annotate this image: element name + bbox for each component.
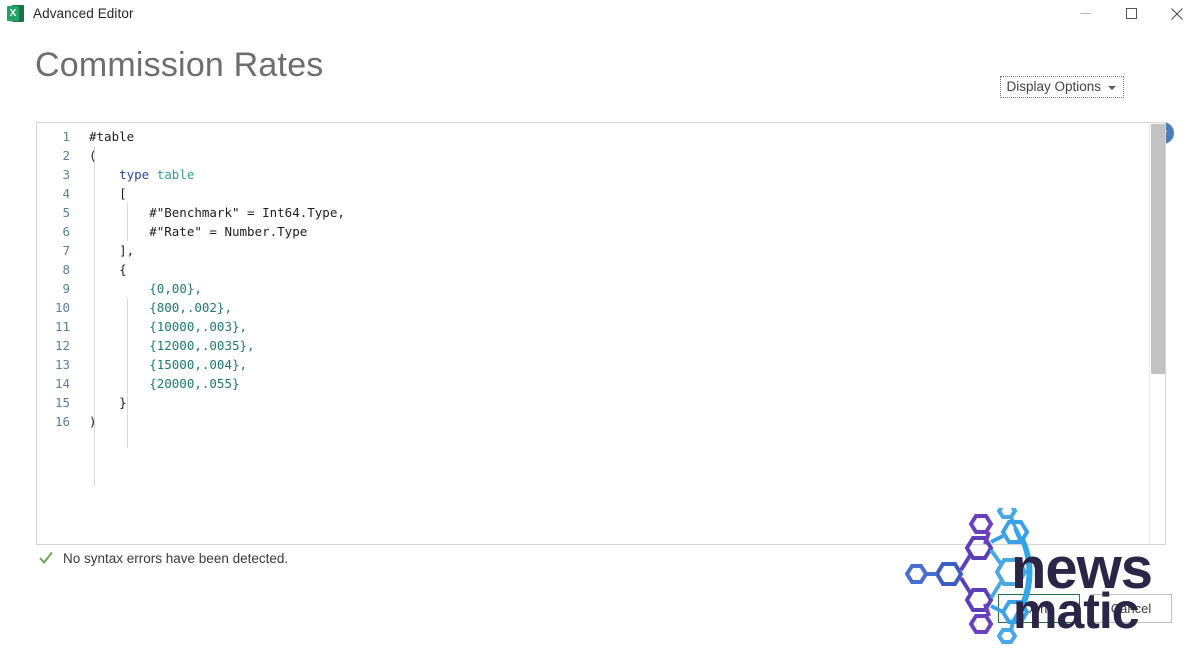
line-number: 9: [62, 281, 70, 296]
code-line-text[interactable]: }: [79, 393, 1150, 412]
code-line: 15 }: [37, 393, 1150, 412]
code-line-text[interactable]: {20000,.055}: [79, 374, 1150, 393]
code-token: {15000,.004},: [89, 357, 248, 372]
code-line: 6 #"Rate" = Number.Type: [37, 222, 1150, 241]
code-line: 7 ],: [37, 241, 1150, 260]
code-line-text[interactable]: #table: [79, 127, 1150, 146]
code-line-text[interactable]: ],: [79, 241, 1150, 260]
code-line: 5 #"Benchmark" = Int64.Type,: [37, 203, 1150, 222]
code-line-text[interactable]: [: [79, 184, 1150, 203]
code-token: ,: [164, 281, 172, 296]
code-line-text[interactable]: {10000,.003},: [79, 317, 1150, 336]
window-title: Advanced Editor: [33, 6, 134, 21]
code-token: table: [156, 167, 195, 182]
code-line-text[interactable]: (: [79, 146, 1150, 165]
line-number: 3: [62, 167, 70, 182]
line-number: 6: [62, 224, 70, 239]
code-line-text[interactable]: {800,.002},: [79, 298, 1150, 317]
status-message: No syntax errors have been detected.: [63, 550, 289, 566]
scrollbar-thumb[interactable]: [1151, 124, 1165, 374]
code-token: {: [89, 262, 127, 277]
code-line-text[interactable]: #"Rate" = Number.Type: [79, 222, 1150, 241]
line-number: 2: [62, 148, 70, 163]
status-bar: No syntax errors have been detected.: [38, 550, 288, 566]
code-line: 11 {10000,.003},: [37, 317, 1150, 336]
advanced-editor-window: X Advanced Editor Commission Rates Displ…: [0, 0, 1200, 651]
line-number: 1: [62, 129, 70, 144]
code-token: {20000,.055}: [89, 376, 240, 391]
title-bar: X Advanced Editor: [0, 0, 1200, 27]
code-token: type: [119, 167, 150, 182]
code-line-text[interactable]: ): [79, 412, 1150, 431]
line-number: 5: [62, 205, 70, 220]
line-number: 10: [54, 300, 70, 315]
code-line-text[interactable]: {15000,.004},: [79, 355, 1150, 374]
footer-buttons: Done Cancel: [998, 594, 1172, 623]
code-token: #"Benchmark" = Int64.Type,: [89, 205, 345, 220]
maximize-icon[interactable]: [1108, 0, 1154, 27]
code-line-text[interactable]: {: [79, 260, 1150, 279]
check-icon: [39, 551, 53, 565]
code-line-text[interactable]: #"Benchmark" = Int64.Type,: [79, 203, 1150, 222]
minimize-icon[interactable]: [1062, 0, 1108, 27]
code-token: #table: [89, 129, 135, 144]
line-number: 12: [54, 338, 70, 353]
code-line-text[interactable]: {0,00},: [79, 279, 1150, 298]
code-line: 9 {0,00},: [37, 279, 1150, 298]
display-options-label: Display Options: [1006, 79, 1101, 94]
code-line: 3 type table: [37, 165, 1150, 184]
line-number: 15: [54, 395, 70, 410]
done-button[interactable]: Done: [998, 594, 1080, 623]
code-token: {: [89, 281, 157, 296]
window-controls: [1062, 0, 1200, 27]
display-options-dropdown[interactable]: Display Options: [1000, 76, 1124, 98]
line-number: 14: [54, 376, 70, 391]
chevron-down-icon: [1108, 85, 1116, 90]
cancel-button[interactable]: Cancel: [1090, 594, 1172, 623]
line-number: 13: [54, 357, 70, 372]
code-token: [: [89, 186, 127, 201]
code-line: 2(: [37, 146, 1150, 165]
watermark-brand-top: news: [1011, 536, 1153, 601]
line-number: 11: [54, 319, 70, 334]
line-number: 16: [54, 414, 70, 429]
code-line-text[interactable]: {12000,.0035},: [79, 336, 1150, 355]
code-token: ],: [89, 243, 135, 258]
code-token: },: [186, 281, 202, 296]
excel-icon: X: [7, 5, 24, 22]
code-line: 12 {12000,.0035},: [37, 336, 1150, 355]
close-icon[interactable]: [1154, 0, 1200, 27]
code-line: 16): [37, 412, 1150, 431]
code-editor[interactable]: 1 #table 2(3 type table 4 [5 #"Benchmark" =…: [36, 122, 1166, 545]
code-token: }: [89, 395, 127, 410]
code-line-text[interactable]: type table: [79, 165, 1150, 184]
vertical-scrollbar[interactable]: [1149, 123, 1165, 544]
code-token: ): [89, 414, 97, 429]
line-number: 4: [62, 186, 70, 201]
page-title: Commission Rates: [35, 46, 324, 84]
code-token: {10000,.003},: [89, 319, 248, 334]
line-number: 7: [62, 243, 70, 258]
code-line: 14 {20000,.055}: [37, 374, 1150, 393]
code-area[interactable]: 1 #table 2(3 type table 4 [5 #"Benchmark" =…: [37, 123, 1150, 544]
code-line: 13 {15000,.004},: [37, 355, 1150, 374]
line-number: 8: [62, 262, 70, 277]
code-line: 1 #table: [37, 127, 1150, 146]
code-token: (: [89, 148, 97, 163]
excel-icon-letter: X: [9, 8, 17, 19]
code-line: 10 {800,.002},: [37, 298, 1150, 317]
code-token: {12000,.0035},: [89, 338, 255, 353]
code-line: 4 [: [37, 184, 1150, 203]
page-header: Commission Rates Display Options ?: [0, 46, 1200, 144]
code-token: {800,.002},: [89, 300, 232, 315]
code-token: #"Rate" = Number.Type: [89, 224, 308, 239]
code-line: 8 {: [37, 260, 1150, 279]
code-lines: 1 #table 2(3 type table 4 [5 #"Benchmark" =…: [37, 127, 1150, 431]
code-token: 00: [171, 281, 187, 296]
